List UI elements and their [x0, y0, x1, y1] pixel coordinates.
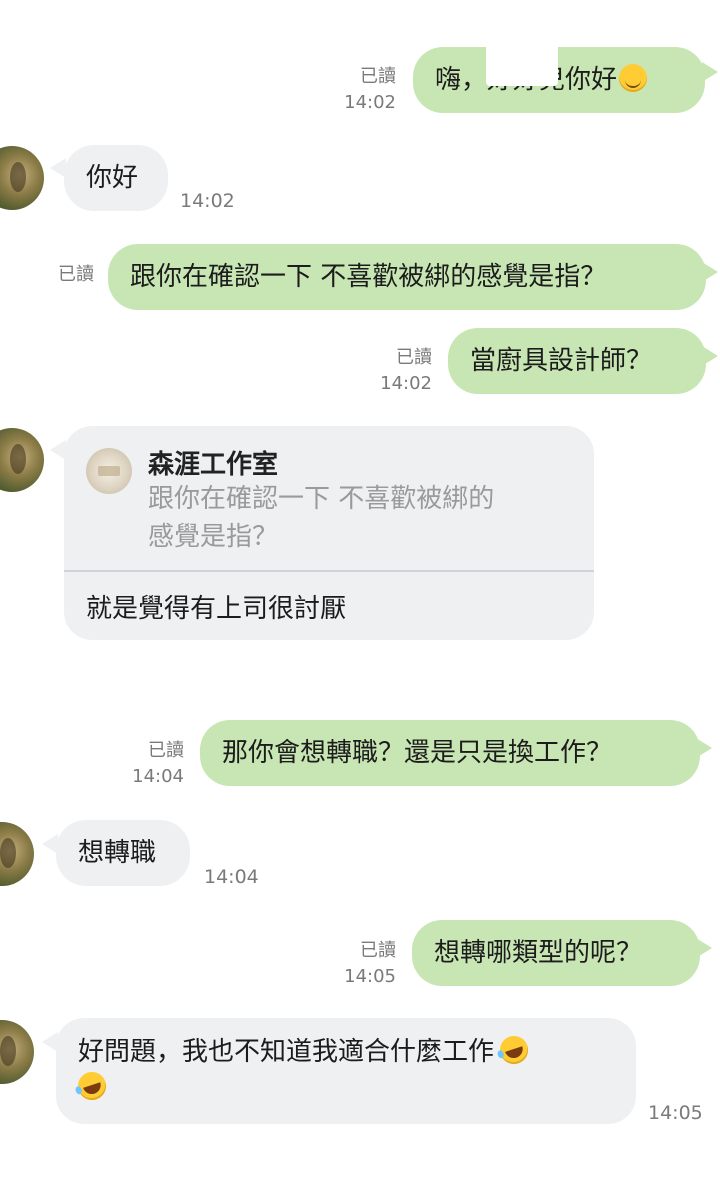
read-receipt-block: 已讀 14:02 — [320, 64, 396, 116]
outgoing-message-bubble[interactable]: 嗨，好好兒你好 — [413, 47, 705, 113]
message-time: 14:02 — [344, 92, 396, 113]
quoted-sender-name: 森涯工作室 — [148, 450, 279, 480]
smile-emoji-icon — [619, 64, 648, 92]
redaction-box — [486, 44, 558, 86]
read-receipt: 已讀 — [148, 740, 184, 761]
quoted-text-line: 感覺是指？ — [148, 522, 279, 552]
message-time: 14:04 — [132, 766, 184, 787]
read-receipt: 已讀 — [360, 66, 396, 87]
bubble-tail — [696, 938, 712, 958]
message-text: 跟你在確認一下 不喜歡被綁的感覺是指？ — [130, 262, 607, 292]
bubble-tail — [702, 346, 718, 366]
contact-avatar[interactable] — [0, 1020, 34, 1084]
outgoing-message-bubble[interactable]: 跟你在確認一下 不喜歡被綁的感覺是指？ — [108, 244, 706, 310]
message-text: 你好 — [86, 163, 139, 193]
message-time: 14:04 — [204, 866, 259, 888]
read-receipt: 已讀 — [396, 347, 432, 368]
outgoing-message-bubble[interactable]: 想轉哪類型的呢？ — [412, 920, 700, 986]
message-time: 14:05 — [648, 1102, 703, 1124]
read-receipt-block: 已讀 14:02 — [356, 345, 432, 397]
quoted-text-line: 跟你在確認一下 不喜歡被綁的 — [148, 484, 495, 514]
read-receipt-block: 已讀 14:04 — [108, 738, 184, 790]
contact-avatar[interactable] — [0, 428, 44, 492]
read-receipt-block: 已讀 14:05 — [320, 938, 396, 990]
contact-avatar[interactable] — [0, 146, 44, 210]
message-text-line — [74, 1068, 614, 1106]
incoming-message-bubble[interactable]: 你好 — [64, 145, 168, 211]
incoming-message-bubble[interactable]: 好問題，我也不知道我適合什麼工作 — [56, 1018, 636, 1124]
message-text: 那你會想轉職？還是只是換工作？ — [222, 738, 613, 768]
read-receipt: 已讀 — [58, 264, 94, 285]
reply-message-card[interactable]: 森涯工作室 跟你在確認一下 不喜歡被綁的 感覺是指？ 就是覺得有上司很討厭 — [64, 426, 594, 640]
message-text: 好問題，我也不知道我適合什麼工作 — [78, 1037, 495, 1067]
quoted-text: 跟你在確認一下 不喜歡被綁的 感覺是指？ — [148, 480, 494, 556]
contact-avatar[interactable] — [0, 822, 34, 886]
reply-divider — [64, 570, 594, 572]
outgoing-message-bubble[interactable]: 那你會想轉職？還是只是換工作？ — [200, 720, 700, 786]
bubble-tail — [702, 262, 718, 282]
read-receipt: 已讀 — [360, 940, 396, 961]
bubble-tail — [702, 62, 718, 82]
quoted-sender-avatar — [86, 448, 132, 494]
bubble-tail — [696, 738, 712, 758]
rofl-emoji-icon — [496, 1032, 532, 1068]
message-text: 想轉職 — [78, 838, 157, 868]
message-time: 14:05 — [344, 966, 396, 987]
message-text: 想轉哪類型的呢？ — [434, 938, 643, 968]
message-time: 14:02 — [380, 373, 432, 394]
message-time: 14:02 — [180, 190, 235, 212]
outgoing-message-bubble[interactable]: 當廚具設計師？ — [448, 328, 706, 394]
rofl-emoji-icon — [74, 1068, 110, 1104]
incoming-message-bubble[interactable]: 想轉職 — [56, 820, 190, 886]
message-text: 就是覺得有上司很討厭 — [86, 594, 347, 624]
message-text: 當廚具設計師？ — [470, 346, 653, 376]
read-receipt-block: 已讀 — [40, 262, 94, 288]
message-text-line: 好問題，我也不知道我適合什麼工作 — [78, 1032, 614, 1070]
